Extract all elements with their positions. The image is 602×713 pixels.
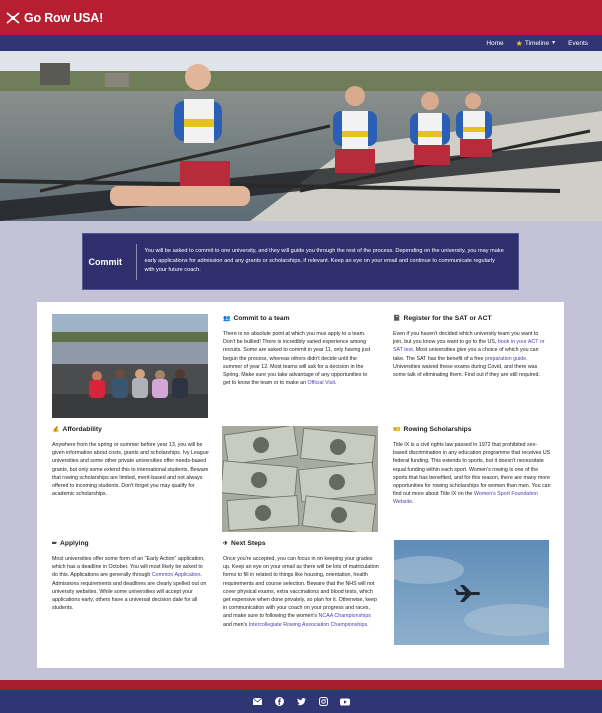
people-group-icon: 👥 — [223, 316, 231, 322]
section-affordability: 💰 Affordability Anywhere from the spring … — [52, 426, 210, 498]
envelope-icon[interactable] — [252, 697, 262, 707]
caret-down-icon: ▼ — [551, 40, 557, 46]
nav-bar: Home ★ Timeline ▼ Events — [0, 35, 602, 51]
footer-stripe — [0, 680, 602, 690]
applying-heading: Applying — [60, 540, 89, 547]
nav-home[interactable]: Home — [486, 40, 503, 47]
youtube-icon[interactable] — [340, 697, 350, 707]
next-steps-body: Once you're accepted, you can focus in o… — [223, 556, 379, 620]
rowing-logo-icon — [6, 11, 20, 24]
instagram-icon[interactable] — [318, 697, 328, 707]
commit-text: You will be asked to commit to one unive… — [144, 248, 504, 274]
scholarships-after: . — [412, 499, 414, 506]
airplane-sky-image — [394, 540, 549, 645]
next-steps-text: Once you're accepted, you can focus in o… — [223, 555, 379, 629]
section-sat: 📓 Register for the SAT or ACT Even if you… — [393, 315, 549, 379]
common-application-link[interactable]: Common Application — [152, 572, 201, 578]
sat-heading: Register for the SAT or ACT — [403, 315, 492, 322]
top-header: Go Row USA! — [0, 0, 602, 35]
ncaa-championships-link[interactable]: NCAA Championships — [319, 613, 371, 619]
ticket-icon: 🎫 — [393, 427, 401, 433]
nav-timeline-label: Timeline — [524, 39, 550, 47]
nav-events[interactable]: Events — [568, 40, 588, 47]
money-bag-icon: 💰 — [52, 427, 60, 433]
next-steps-heading: Next Steps — [231, 540, 266, 547]
preparation-guide-link[interactable]: preparation guide — [485, 356, 526, 362]
dollar-bills-image — [222, 426, 378, 532]
main-nav: Home ★ Timeline ▼ Events — [474, 35, 588, 51]
hero-rowers-image — [0, 51, 602, 221]
affordability-heading: Affordability — [62, 426, 102, 433]
section-scholarships: 🎫 Rowing Scholarships Title IX is a civil… — [393, 426, 551, 507]
next-steps-mid: and men's — [223, 621, 249, 628]
content-card: 👥 Commit to a team There is no absolute p… — [37, 302, 564, 668]
commit-team-after: . — [335, 380, 337, 387]
applying-text: Most universities offer some form of an … — [52, 555, 210, 612]
social-links — [252, 697, 350, 707]
brand-title: Go Row USA! — [24, 10, 104, 25]
scholarships-body: Title IX is a civil rights law passed in… — [393, 442, 551, 498]
commit-title: Commit — [88, 256, 123, 267]
scholarships-text: Title IX is a civil rights law passed in… — [393, 441, 551, 507]
sat-text: Even if you haven't decided which univer… — [393, 330, 549, 379]
facebook-icon[interactable] — [274, 697, 284, 707]
airplane-icon: ✈ — [223, 541, 229, 547]
section-applying: ✏ Applying Most universities offer some f… — [52, 540, 210, 612]
nav-timeline[interactable]: ★ Timeline ▼ — [516, 39, 556, 48]
commit-team-heading: Commit to a team — [233, 315, 290, 322]
brand-link[interactable]: Go Row USA! — [6, 11, 103, 25]
section-next-steps: ✈ Next Steps Once you're accepted, you ca… — [223, 540, 379, 629]
pencil-icon: ✏ — [52, 541, 58, 547]
twitter-icon[interactable] — [296, 697, 306, 707]
footer — [0, 690, 602, 713]
affordability-text: Anywhere from the spring or summer befor… — [52, 442, 209, 498]
nav-events-label: Events — [568, 39, 588, 47]
section-commit-team: 👥 Commit to a team There is no absolute p… — [223, 315, 373, 387]
commit-team-text: There is no absolute point at which you … — [223, 330, 373, 387]
commit-team-body: There is no absolute point at which you … — [223, 331, 371, 387]
ira-championships-link[interactable]: Intercollegiate Rowing Association Champ… — [249, 622, 367, 628]
students-lake-image — [52, 314, 208, 418]
commit-callout: Commit You will be asked to commit to on… — [82, 233, 519, 290]
nav-home-label: Home — [486, 39, 504, 47]
star-icon: ★ — [515, 38, 523, 48]
next-steps-after: . — [367, 621, 369, 628]
book-icon: 📓 — [393, 316, 401, 322]
official-visit-link[interactable]: Official Visit — [308, 380, 335, 386]
scholarships-heading: Rowing Scholarships — [403, 426, 472, 433]
